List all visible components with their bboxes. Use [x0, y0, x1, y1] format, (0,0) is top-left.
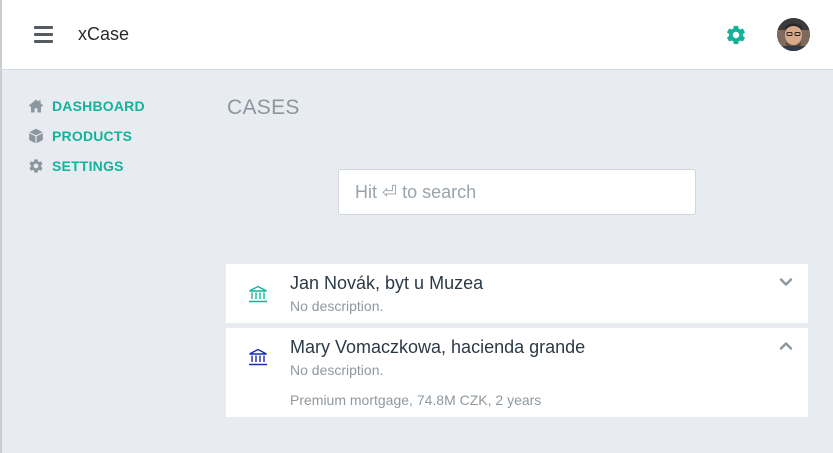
sidebar-item-label: DASHBOARD [52, 98, 145, 114]
home-icon [28, 99, 44, 113]
sidebar-item-settings[interactable]: SETTINGS [28, 156, 124, 176]
sidebar-item-label: PRODUCTS [52, 128, 133, 144]
user-avatar[interactable] [777, 18, 810, 51]
sidebar-item-label: SETTINGS [52, 158, 124, 174]
cube-icon [29, 128, 43, 144]
menu-icon[interactable] [34, 26, 53, 43]
sidebar-item-dashboard[interactable]: DASHBOARD [28, 96, 145, 116]
avatar-photo [777, 18, 810, 51]
case-title: Mary Vomaczkowa, hacienda grande [290, 337, 586, 357]
search-input[interactable] [338, 169, 696, 215]
case-description: No description. [290, 362, 384, 378]
app-title: xCase [78, 24, 130, 44]
case-detail: Premium mortgage, 74.8M CZK, 2 years [290, 392, 542, 408]
bank-icon [249, 285, 267, 303]
chevron-down-icon[interactable] [779, 277, 793, 287]
sidebar-item-products[interactable]: PRODUCTS [28, 126, 132, 146]
chevron-up-icon[interactable] [779, 341, 793, 351]
case-card[interactable]: Jan Novák, byt u Muzea No description. [226, 264, 808, 323]
page-title: CASES [227, 96, 300, 119]
case-title: Jan Novák, byt u Muzea [290, 273, 484, 293]
gear-icon [29, 159, 43, 173]
case-description: No description. [290, 298, 384, 314]
case-card-expanded[interactable]: Mary Vomaczkowa, hacienda grande No desc… [226, 328, 808, 417]
bank-icon [249, 348, 267, 366]
settings-gear-icon[interactable] [725, 24, 747, 46]
top-bar: xCase [0, 0, 833, 70]
sidebar: DASHBOARD PRODUCTS SETTINGS [0, 70, 200, 453]
